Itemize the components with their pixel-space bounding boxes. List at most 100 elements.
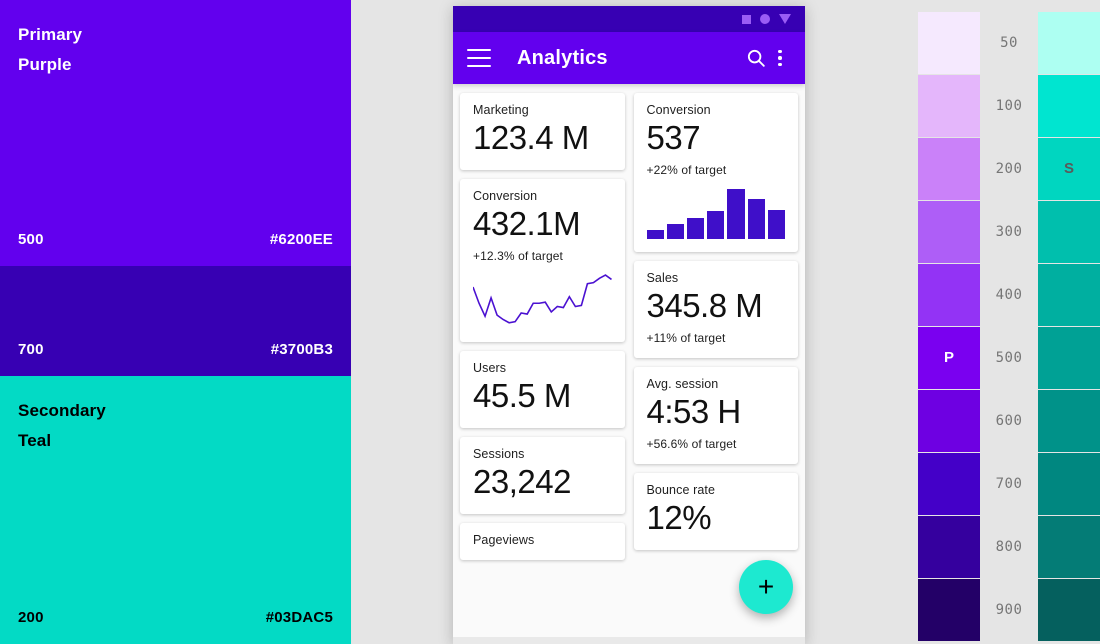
- metric-card[interactable]: Avg. session 4:53 H +56.6% of target: [633, 366, 798, 464]
- hamburger-menu-icon[interactable]: [467, 49, 491, 67]
- plus-icon: +: [757, 571, 775, 602]
- teal-swatch-300[interactable]: [1038, 200, 1100, 263]
- metric-label: Pageviews: [473, 532, 535, 547]
- purple-swatch-50[interactable]: [918, 11, 980, 74]
- palette-row: 500 P: [918, 326, 1100, 389]
- teal-swatch-50[interactable]: [1038, 11, 1100, 74]
- metric-card[interactable]: Pageviews: [460, 522, 625, 560]
- tone-label: 100: [995, 97, 1023, 114]
- metric-card[interactable]: Sales 345.8 M +11% of target: [633, 260, 798, 358]
- palette-row: 200 S: [918, 137, 1100, 200]
- brand-swatch-primary-dark[interactable]: 700 #3700B3: [0, 266, 351, 376]
- purple-swatch-800[interactable]: [918, 515, 980, 578]
- palette-row: 600: [918, 389, 1100, 452]
- teal-swatch-400[interactable]: [1038, 263, 1100, 326]
- brand-color-panel: Primary Purple 500 #6200EE 700 #3700B3 S…: [0, 0, 351, 644]
- metric-label: Conversion: [473, 188, 538, 203]
- line-chart: [473, 271, 612, 329]
- purple-swatch-300[interactable]: [918, 200, 980, 263]
- metric-value: 23,242: [473, 462, 571, 500]
- tone-label: 700: [995, 475, 1023, 492]
- metric-subtext: +12.3% of target: [473, 248, 563, 263]
- brand-primary-title-line2: Purple: [18, 55, 72, 74]
- tone-label: 300: [995, 223, 1023, 240]
- metric-label: Marketing: [473, 103, 529, 117]
- status-bar: [453, 6, 805, 32]
- purple-swatch-900[interactable]: [918, 578, 980, 641]
- tone-label: 500: [995, 349, 1023, 366]
- palette-row: 700: [918, 452, 1100, 515]
- bar-3: [686, 217, 705, 239]
- app-title: Analytics: [517, 46, 608, 69]
- metric-label: Sales: [646, 270, 679, 285]
- metric-value: 45.5 M: [473, 376, 571, 414]
- brand-primary-dark-tone: 700: [18, 341, 44, 358]
- metric-subtext: +56.6% of target: [646, 436, 737, 451]
- bar-7: [767, 209, 786, 239]
- palette-badge-purple-700[interactable]: [918, 452, 980, 515]
- palette-row: 50: [918, 11, 1100, 74]
- metric-card[interactable]: Sessions 23,242: [460, 436, 625, 514]
- bar-4: [707, 211, 725, 239]
- purple-swatch-400[interactable]: [918, 263, 980, 326]
- circle-icon: [760, 14, 770, 24]
- palette-row: 800: [918, 515, 1100, 578]
- triangle-down-icon: [779, 14, 791, 24]
- brand-primary-dark-footer: 700 #3700B3: [18, 341, 333, 358]
- teal-swatch-500[interactable]: [1038, 326, 1100, 389]
- metric-card[interactable]: Conversion 537 +22% of target: [633, 93, 798, 252]
- bar-1: [646, 229, 664, 239]
- tone-label: 600: [995, 412, 1023, 429]
- brand-primary-dark-hex: #3700B3: [270, 341, 333, 358]
- metric-label: Avg. session: [646, 376, 719, 391]
- metric-label: Bounce rate: [646, 482, 716, 497]
- teal-swatch-900[interactable]: [1038, 578, 1100, 641]
- brand-swatch-secondary[interactable]: Secondary Teal 200 #03DAC5: [0, 376, 351, 644]
- brand-secondary-title-line1: Secondary: [18, 401, 106, 420]
- purple-swatch-600[interactable]: [918, 389, 980, 452]
- metric-value: 537: [646, 119, 701, 156]
- purple-swatch-200[interactable]: [918, 137, 980, 200]
- metric-card[interactable]: Marketing 123.4 M: [460, 93, 625, 170]
- metric-card[interactable]: Conversion 432.1M +12.3% of target: [460, 178, 625, 342]
- brand-primary-title-line1: Primary: [18, 25, 83, 44]
- metric-label: Users: [473, 360, 507, 375]
- metric-value: 12%: [646, 498, 712, 536]
- phone-mockup: Analytics Marketing 123.4 M Conversion 4…: [453, 6, 805, 644]
- phone-bottom-bar: [453, 637, 805, 644]
- more-vertical-icon[interactable]: [769, 49, 791, 67]
- teal-swatch-100[interactable]: [1038, 74, 1100, 137]
- tone-label: 900: [995, 601, 1023, 618]
- palette-row: 400: [918, 263, 1100, 326]
- purple-swatch-100[interactable]: [918, 74, 980, 137]
- tonal-palette-panel: 50 100 200 S 300 400 500 P 600 700 800 900: [918, 11, 1100, 641]
- floating-action-button[interactable]: +: [739, 560, 793, 614]
- brand-secondary-footer: 200 #03DAC5: [18, 609, 333, 626]
- brand-swatch-primary[interactable]: Primary Purple 500 #6200EE: [0, 0, 351, 266]
- tone-label: 400: [995, 286, 1023, 303]
- metric-value: 432.1M: [473, 204, 581, 242]
- metric-subtext: +22% of target: [646, 162, 727, 177]
- brand-secondary-title-line2: Teal: [18, 431, 52, 450]
- palette-badge-teal-200[interactable]: S: [1038, 137, 1100, 200]
- metric-label: Sessions: [473, 446, 525, 461]
- bar-6: [747, 198, 765, 239]
- bar-2: [666, 223, 684, 239]
- tone-label: 800: [995, 538, 1023, 555]
- cards-column-left: Marketing 123.4 M Conversion 432.1M +12.…: [460, 93, 625, 644]
- bar-chart: [646, 188, 786, 239]
- palette-row: 900: [918, 578, 1100, 641]
- dashboard-cards-area: Marketing 123.4 M Conversion 432.1M +12.…: [453, 84, 805, 644]
- metric-card[interactable]: Bounce rate 12%: [633, 472, 798, 550]
- metric-card[interactable]: Users 45.5 M: [460, 350, 625, 428]
- palette-row: 300: [918, 200, 1100, 263]
- metric-subtext: +11% of target: [646, 330, 726, 345]
- teal-swatch-800[interactable]: [1038, 515, 1100, 578]
- search-icon[interactable]: [743, 45, 769, 71]
- teal-swatch-700[interactable]: [1038, 452, 1100, 515]
- metric-label: Conversion: [646, 103, 711, 117]
- palette-badge-purple-500[interactable]: P: [918, 326, 980, 389]
- brand-primary-hex: #6200EE: [269, 231, 333, 248]
- tone-label: 200: [995, 160, 1023, 177]
- teal-swatch-600[interactable]: [1038, 389, 1100, 452]
